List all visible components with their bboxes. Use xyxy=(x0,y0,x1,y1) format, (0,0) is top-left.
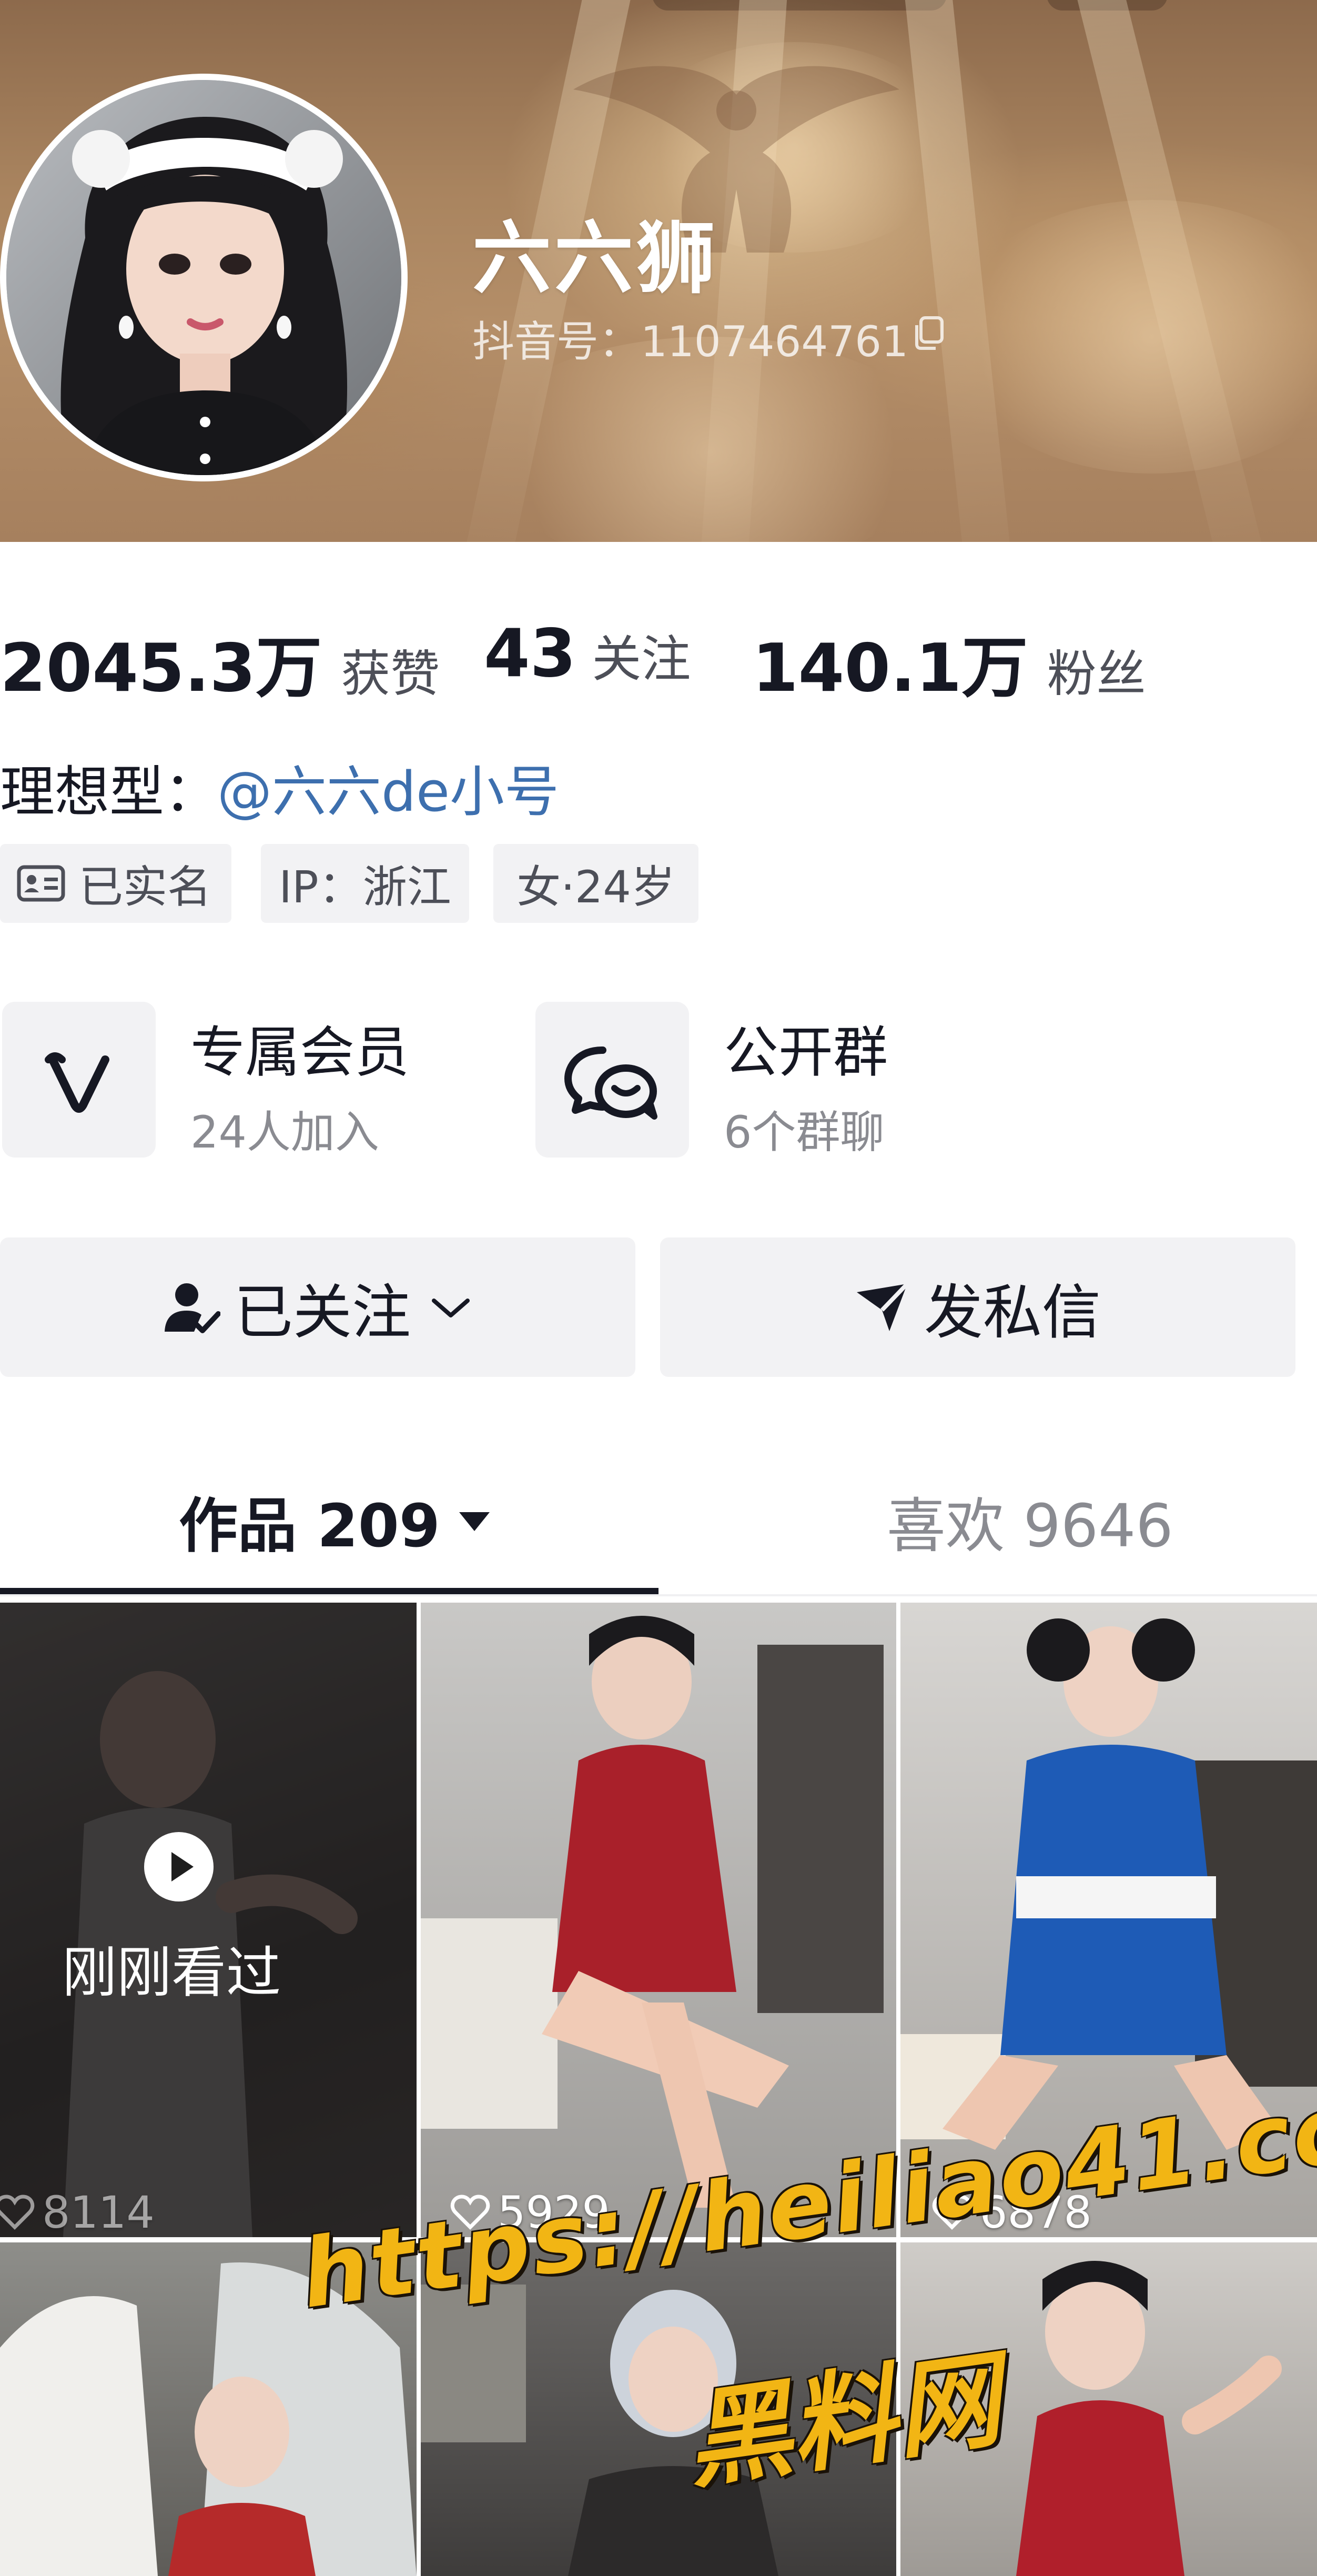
video-1-likes: 8114 xyxy=(42,2187,155,2237)
followers-label: 粉丝 xyxy=(1047,646,1146,703)
verified-tag: 已实名 xyxy=(0,844,231,923)
message-button-label: 发私信 xyxy=(924,1278,1101,1347)
group-chat-icon xyxy=(564,1046,657,1120)
group-subtitle: 6个群聊 xyxy=(724,1106,885,1158)
bio-mention-link[interactable]: @六六de小号 xyxy=(217,747,559,827)
member-card-icon-box[interactable] xyxy=(2,1002,156,1158)
gender-age-label: 女·24岁 xyxy=(516,861,675,913)
member-subtitle: 24人加入 xyxy=(190,1106,379,1158)
following-button-label: 已关注 xyxy=(234,1278,411,1347)
followers-count: 140.1万 xyxy=(752,629,1028,707)
member-title[interactable]: 专属会员 xyxy=(190,1008,409,1087)
following-button[interactable]: 已关注 xyxy=(0,1237,635,1377)
gender-age-tag: 女·24岁 xyxy=(493,844,698,923)
likes-stat[interactable]: 2045.3万 获赞 xyxy=(0,615,440,710)
tab-active-indicator xyxy=(0,1588,659,1594)
heart-icon xyxy=(0,2195,35,2230)
caret-down-icon xyxy=(459,1512,490,1531)
following-label: 关注 xyxy=(592,631,691,688)
following-count: 43 xyxy=(484,615,576,692)
following-stat[interactable]: 43 关注 xyxy=(484,615,691,692)
recently-watched-label: 刚刚看过 xyxy=(62,1940,281,2005)
group-card-icon-box[interactable] xyxy=(535,1002,689,1158)
cloud xyxy=(947,200,1317,474)
ip-tag: IP：浙江 xyxy=(261,844,469,923)
video-1-image xyxy=(0,1603,417,2237)
douyin-id: 抖音号：1107464761 xyxy=(472,317,908,366)
vip-v-icon xyxy=(45,1052,109,1113)
ip-label: IP：浙江 xyxy=(279,861,451,913)
tab-works-label: 作品 209 xyxy=(179,1492,440,1561)
tab-works[interactable]: 作品 209 xyxy=(179,1478,493,1564)
bio-label: 理想型： xyxy=(0,760,219,824)
copy-icon[interactable] xyxy=(913,316,944,350)
video-2-image xyxy=(421,1616,884,2208)
id-card-icon xyxy=(17,865,65,902)
group-title[interactable]: 公开群 xyxy=(724,1008,888,1087)
video-thumbnail[interactable]: 5929 xyxy=(421,1603,896,2237)
tab-likes[interactable]: 喜欢 9646 xyxy=(887,1478,1173,1564)
verified-label: 已实名 xyxy=(79,861,212,913)
video-thumbnail[interactable]: 刚刚看过 8114 xyxy=(0,1603,417,2237)
send-message-icon xyxy=(857,1282,909,1331)
tab-divider xyxy=(0,1594,1317,1596)
video-like-count: 8114 xyxy=(0,2187,155,2237)
followers-stat[interactable]: 140.1万 粉丝 xyxy=(752,615,1146,710)
likes-label: 获赞 xyxy=(341,646,440,703)
message-button[interactable]: 发私信 xyxy=(660,1237,1295,1377)
profile-nickname: 六六狮 xyxy=(472,213,719,305)
avatar[interactable] xyxy=(6,80,401,475)
likes-count: 2045.3万 xyxy=(0,629,322,707)
status-pill xyxy=(652,0,947,11)
user-check-icon xyxy=(165,1283,220,1333)
chevron-down-icon xyxy=(432,1298,470,1317)
play-icon[interactable] xyxy=(143,1831,215,1903)
